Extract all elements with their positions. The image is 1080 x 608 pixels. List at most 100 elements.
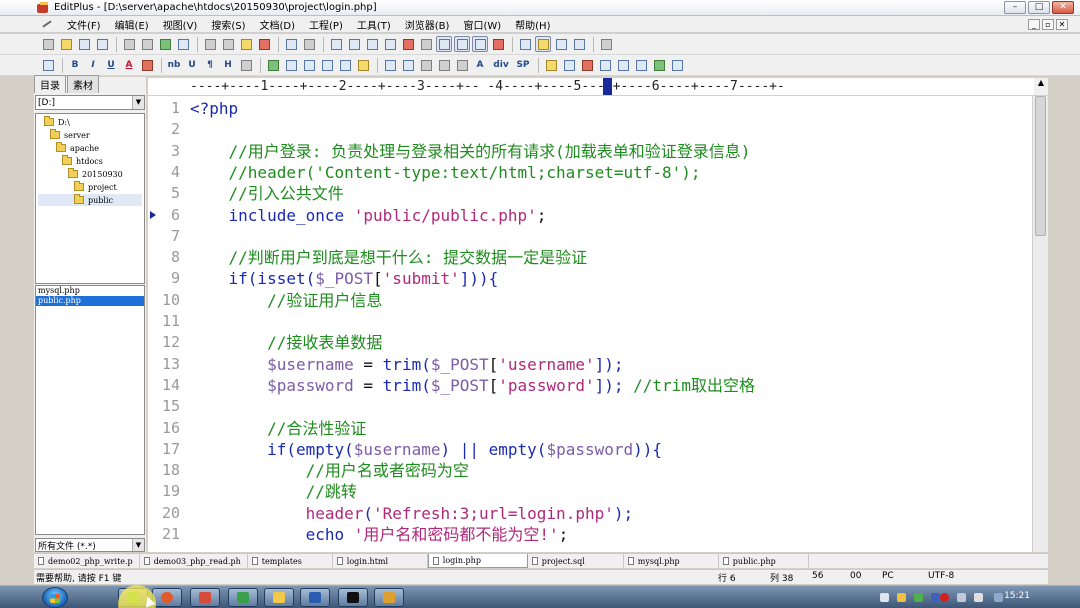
anchor-icon[interactable] <box>283 57 299 73</box>
doc-minimize-button[interactable]: _ <box>1028 19 1040 30</box>
code-line[interactable]: include_once 'public/public.php'; <box>190 205 547 226</box>
frame-icon[interactable] <box>633 57 649 73</box>
font-icon[interactable] <box>400 36 416 52</box>
hr-button[interactable] <box>238 57 254 73</box>
output-window-icon[interactable] <box>553 36 569 52</box>
browser-preview-icon[interactable] <box>40 57 56 73</box>
tab-login-php[interactable]: login.php <box>427 554 528 568</box>
tray-volume-icon[interactable] <box>957 593 966 602</box>
spellcheck-mark-icon[interactable] <box>490 36 506 52</box>
list-item-selected[interactable]: public.php <box>36 296 144 306</box>
tray-display-icon[interactable] <box>994 593 1003 602</box>
spell-check-icon[interactable] <box>157 36 173 52</box>
find-in-files-icon[interactable] <box>364 36 380 52</box>
tree-item-project[interactable]: project <box>74 181 117 193</box>
full-screen-icon[interactable] <box>571 36 587 52</box>
menu-edit[interactable]: 编辑(E) <box>108 17 156 32</box>
span-button[interactable]: SP <box>514 57 532 73</box>
code-line[interactable]: header('Refresh:3;url=login.php'); <box>190 503 634 524</box>
tray-keyboard-icon[interactable] <box>931 593 940 602</box>
replace-icon[interactable] <box>346 36 362 52</box>
code-line[interactable]: <?php <box>190 98 238 119</box>
taskbar-app[interactable] <box>228 588 258 607</box>
redo-icon[interactable] <box>301 36 317 52</box>
css-editor-icon[interactable] <box>543 57 559 73</box>
tree-item-apache[interactable]: apache <box>56 142 99 154</box>
table-row-icon[interactable] <box>400 57 416 73</box>
code-line[interactable]: //用户登录: 负责处理与登录相关的所有请求(加载表单和验证登录信息) <box>190 141 751 162</box>
div-button[interactable]: div <box>490 57 512 73</box>
heading-button[interactable]: H <box>220 57 236 73</box>
browser-icon[interactable] <box>175 36 191 52</box>
taskbar-browser[interactable] <box>152 588 182 607</box>
form-icon[interactable] <box>319 57 335 73</box>
bold-button[interactable]: B <box>67 57 83 73</box>
menu-document[interactable]: 文档(D) <box>253 17 303 32</box>
open-folder-icon[interactable] <box>58 36 74 52</box>
toolbar-table-icon[interactable] <box>615 57 631 73</box>
taskbar-editplus[interactable] <box>190 588 220 607</box>
code-line[interactable]: $username = trim($_POST['username']); <box>190 354 623 375</box>
print-preview-icon[interactable] <box>121 36 137 52</box>
tray-app-icon[interactable] <box>914 593 923 602</box>
menu-tools[interactable]: 工具(T) <box>350 17 398 32</box>
checkbox-icon[interactable] <box>337 57 353 73</box>
tab-login-html[interactable]: login.html <box>333 554 428 568</box>
tray-speaker-icon[interactable] <box>974 593 983 602</box>
start-button[interactable] <box>42 587 68 608</box>
pre-icon[interactable] <box>436 57 452 73</box>
close-button[interactable]: ✕ <box>1052 1 1074 14</box>
save-icon[interactable] <box>76 36 92 52</box>
menu-project[interactable]: 工程(P) <box>302 17 350 32</box>
tray-arrow-icon[interactable] <box>880 593 889 602</box>
copy-icon[interactable] <box>220 36 236 52</box>
font-tag-button[interactable]: A <box>472 57 488 73</box>
undo-icon[interactable] <box>283 36 299 52</box>
find-icon[interactable] <box>328 36 344 52</box>
taskbar-cmd[interactable] <box>338 588 368 607</box>
italic-button[interactable]: I <box>85 57 101 73</box>
hex-icon[interactable] <box>418 36 434 52</box>
drive-select[interactable]: [D:] ▼ <box>35 95 145 110</box>
new-file-icon[interactable] <box>40 36 56 52</box>
doc-close-button[interactable]: ✕ <box>1056 19 1068 30</box>
goto-icon[interactable] <box>382 36 398 52</box>
tree-item-server[interactable]: server <box>50 129 90 141</box>
taskbar-explorer[interactable] <box>264 588 294 607</box>
doc-restore-button[interactable]: ▫ <box>1042 19 1054 30</box>
tab-templates[interactable]: templates <box>248 554 333 568</box>
tab-mysql-php[interactable]: mysql.php <box>624 554 719 568</box>
context-help-icon[interactable] <box>598 36 614 52</box>
line-number-icon[interactable] <box>454 36 470 52</box>
vertical-scrollbar[interactable] <box>1032 96 1048 552</box>
nbsp-button[interactable]: nb <box>166 57 182 73</box>
code-line[interactable]: //header('Content-type:text/html;charset… <box>190 162 701 183</box>
maximize-button[interactable]: □ <box>1028 1 1050 14</box>
scrollbar-thumb[interactable] <box>1035 96 1046 236</box>
menu-browser[interactable]: 浏览器(B) <box>398 17 457 32</box>
tree-item-htdocs[interactable]: htdocs <box>62 155 103 167</box>
chevron-down-icon[interactable]: ▼ <box>132 96 144 109</box>
tree-item-public[interactable]: public <box>38 194 142 206</box>
center-icon[interactable] <box>418 57 434 73</box>
font-color-button[interactable]: A <box>121 57 137 73</box>
underline-button[interactable]: U <box>103 57 119 73</box>
tab-project-sql[interactable]: project.sql <box>528 554 624 568</box>
tab-demo03[interactable]: demo03_php_read.ph <box>140 554 248 568</box>
taskbar-word[interactable] <box>300 588 330 607</box>
paragraph-button[interactable]: ¶ <box>202 57 218 73</box>
folder-tree[interactable]: D:\ server apache htdocs 20150930 projec… <box>35 113 145 284</box>
menu-file[interactable]: 文件(F) <box>60 17 108 32</box>
menu-window[interactable]: 窗口(W) <box>456 17 508 32</box>
code-line[interactable]: //判断用户到底是想干什么: 提交数据一定是验证 <box>190 247 588 268</box>
taskbar-tool[interactable] <box>374 588 404 607</box>
tag-toggle-icon[interactable] <box>669 57 685 73</box>
code-line[interactable]: $password = trim($_POST['password']); //… <box>190 375 755 396</box>
list-item[interactable]: mysql.php <box>36 286 144 296</box>
code-line[interactable]: //验证用户信息 <box>190 290 382 311</box>
tray-record-icon[interactable] <box>940 593 949 602</box>
print-icon[interactable] <box>139 36 155 52</box>
code-line[interactable]: //合法性验证 <box>190 418 366 439</box>
special-chars-icon[interactable] <box>597 57 613 73</box>
underline-tag-button[interactable]: U <box>184 57 200 73</box>
